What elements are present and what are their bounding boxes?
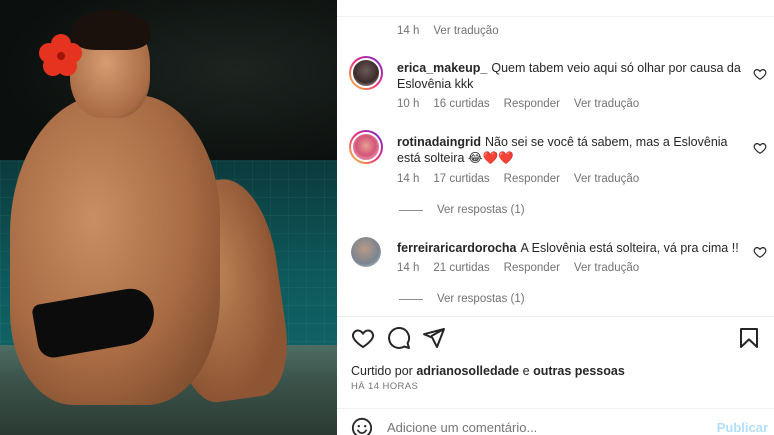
- comment-like-heart-icon[interactable]: [753, 141, 767, 155]
- comment-input[interactable]: [387, 420, 687, 435]
- avatar[interactable]: [351, 237, 381, 267]
- comment-username[interactable]: rotinadaingrid: [397, 135, 481, 149]
- heart-icon[interactable]: [351, 326, 375, 350]
- view-replies-label[interactable]: Ver respostas (1): [437, 204, 525, 216]
- reply-link[interactable]: Responder: [504, 262, 560, 274]
- comment-text: ferreiraricardorocha A Eslovênia está sol…: [397, 240, 749, 256]
- reply-link[interactable]: Responder: [504, 173, 560, 185]
- hibiscus-flower-icon: [39, 34, 82, 76]
- translate-link[interactable]: Ver tradução: [574, 173, 639, 185]
- comment-username[interactable]: ferreiraricardorocha: [397, 241, 517, 255]
- view-replies-label[interactable]: Ver respostas (1): [437, 293, 525, 305]
- post-time-ago: HÁ 14 HORAS: [351, 381, 419, 392]
- comment-text: rotinadaingrid Não sei se você tá sabem, …: [397, 134, 749, 166]
- comment-likes[interactable]: 21 curtidas: [433, 262, 489, 274]
- replies-divider-line: [399, 298, 423, 300]
- comment-meta: 14 h 21 curtidas Responder Ver tradução: [397, 262, 639, 274]
- post-photo: [0, 0, 337, 435]
- emoji-icon[interactable]: [351, 417, 373, 435]
- add-comment-bar: Publicar: [337, 408, 774, 435]
- comment-body: A Eslovênia está solteira, vá pra cima !…: [520, 241, 739, 255]
- share-icon[interactable]: [422, 326, 446, 350]
- likes-conjunction: e: [522, 364, 530, 378]
- actions-divider: [337, 316, 774, 317]
- likes-summary: Curtido por adrianosolledade e outras pe…: [351, 364, 625, 378]
- comment-username[interactable]: erica_makeup_: [397, 61, 487, 75]
- view-replies[interactable]: Ver respostas (1): [399, 204, 525, 216]
- comment-time: 14 h: [397, 173, 420, 185]
- comments-panel: 14 h Ver tradução erica_makeup_ Quem tabe…: [337, 0, 774, 435]
- comment-likes[interactable]: 16 curtidas: [433, 98, 489, 110]
- comment-time: 14 h: [397, 25, 420, 37]
- comment-item: erica_makeup_ Quem tabem veio aqui só olh…: [349, 56, 767, 118]
- comment-time: 14 h: [397, 262, 420, 274]
- comment-likes[interactable]: 17 curtidas: [433, 173, 489, 185]
- bookmark-icon[interactable]: [737, 326, 761, 350]
- comment-like-heart-icon[interactable]: [753, 67, 767, 81]
- comment-text: erica_makeup_ Quem tabem veio aqui só olh…: [397, 60, 749, 92]
- avatar[interactable]: [349, 56, 383, 90]
- comment-meta: 14 h 17 curtidas Responder Ver tradução: [397, 173, 639, 185]
- comment-like-heart-icon[interactable]: [753, 245, 767, 259]
- liked-by-others[interactable]: outras pessoas: [533, 364, 625, 378]
- publish-button[interactable]: Publicar: [717, 420, 768, 435]
- previous-comment-meta: 14 h Ver tradução: [397, 25, 499, 37]
- photo-figure-body: [10, 95, 220, 405]
- translate-link[interactable]: Ver tradução: [574, 262, 639, 274]
- comment-meta: 10 h 16 curtidas Responder Ver tradução: [397, 98, 639, 110]
- comment-item: rotinadaingrid Não sei se você tá sabem, …: [349, 130, 767, 220]
- comment-item: ferreiraricardorocha A Eslovênia está sol…: [349, 237, 767, 312]
- liked-by-user[interactable]: adrianosolledade: [416, 364, 519, 378]
- translate-link[interactable]: Ver tradução: [433, 25, 498, 37]
- comment-time: 10 h: [397, 98, 420, 110]
- view-replies[interactable]: Ver respostas (1): [399, 293, 525, 305]
- comment-icon[interactable]: [387, 326, 411, 350]
- translate-link[interactable]: Ver tradução: [574, 98, 639, 110]
- reply-link[interactable]: Responder: [504, 98, 560, 110]
- post-action-bar: [351, 326, 763, 350]
- replies-divider-line: [399, 209, 423, 211]
- top-divider: [337, 16, 774, 17]
- avatar[interactable]: [349, 130, 383, 164]
- likes-prefix: Curtido por: [351, 364, 413, 378]
